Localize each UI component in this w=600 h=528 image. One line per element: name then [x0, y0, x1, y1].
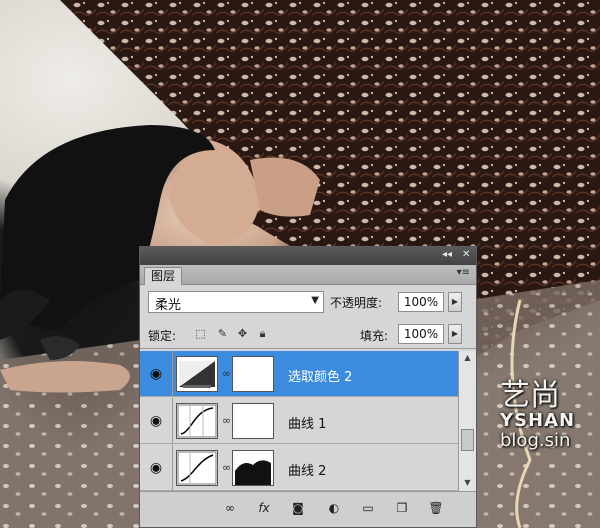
watermark-chinese: 艺尚	[500, 378, 560, 413]
eye-divider	[172, 398, 173, 444]
eye-icon[interactable]: ◉	[143, 458, 169, 478]
eye-icon[interactable]: ◉	[143, 364, 169, 384]
layer-mask-thumbnail[interactable]	[232, 356, 274, 392]
fill-input[interactable]: 100%	[398, 324, 444, 344]
opacity-label: 不透明度:	[330, 296, 383, 310]
layer-row[interactable]: ◉ ∞ 曲线 1	[140, 398, 458, 444]
blend-mode-value: 柔光	[155, 298, 182, 313]
scroll-up-icon[interactable]: ▲	[461, 353, 474, 362]
layers-scrollbar[interactable]: ▲ ▼	[458, 351, 476, 491]
layer-name[interactable]: 曲线 2	[288, 460, 326, 479]
collapse-icon[interactable]: ◂◂	[442, 249, 452, 261]
link-layers-icon[interactable]: ∞	[222, 500, 238, 516]
fill-stepper[interactable]: ▶	[448, 324, 462, 344]
fx-icon[interactable]: fx	[256, 500, 272, 516]
lock-transparent-icon[interactable]: ⬚	[194, 327, 207, 340]
blend-mode-select[interactable]: 柔光 ▼	[148, 291, 324, 313]
lock-label: 锁定:	[148, 329, 177, 343]
layer-mask-thumbnail[interactable]	[232, 403, 274, 439]
chain-link-icon[interactable]: ∞	[222, 414, 231, 427]
add-mask-icon[interactable]: ◙	[290, 500, 306, 516]
lock-row: 锁定: ⬚ ✎ ✥ 🔒︎ 填充: 100% ▶	[140, 319, 476, 349]
fill-label: 填充:	[360, 329, 389, 343]
curves-thumbnail	[176, 450, 218, 486]
panel-menu-icon[interactable]: ▾≡	[457, 267, 470, 278]
opacity-stepper[interactable]: ▶	[448, 292, 462, 312]
layer-name[interactable]: 曲线 1	[288, 413, 326, 432]
new-layer-icon[interactable]: ❐	[394, 500, 410, 516]
layer-name[interactable]: 选取颜色 2	[288, 366, 352, 385]
tab-layers[interactable]: 图层	[144, 267, 182, 285]
eye-divider	[172, 445, 173, 491]
chevron-down-icon: ▼	[311, 295, 319, 306]
close-icon[interactable]: ✕	[462, 249, 470, 261]
watermark-brand: YSHAN	[500, 410, 576, 431]
panel-bottom-toolbar: ∞ fx ◙ ◐ ▭ ❐ 🗑︎	[140, 491, 476, 527]
lock-all-icon[interactable]: 🔒︎	[256, 327, 269, 340]
lock-move-icon[interactable]: ✥	[236, 327, 249, 340]
eye-icon[interactable]: ◉	[143, 411, 169, 431]
layers-list: ◉ ∞ 选取颜色 2 ◉ ∞ 曲线 1 ◉ ∞ 曲线 2	[140, 351, 458, 491]
layer-row[interactable]: ◉ ∞ 曲线 2	[140, 445, 458, 491]
layers-panel: ◂◂ ✕ 图层 ▾≡ 柔光 ▼ 不透明度: 100% ▶ 锁定: ⬚ ✎ ✥ 🔒…	[139, 246, 477, 528]
layer-mask-thumbnail[interactable]	[232, 450, 274, 486]
eye-divider	[172, 351, 173, 397]
trash-icon[interactable]: 🗑︎	[428, 500, 444, 516]
curves-thumbnail	[176, 403, 218, 439]
scroll-down-icon[interactable]: ▼	[461, 478, 474, 487]
panel-tab-row: 图层 ▾≡	[140, 265, 476, 285]
watermark-url: blog.sin	[500, 430, 571, 451]
lock-brush-icon[interactable]: ✎	[216, 327, 229, 340]
new-group-icon[interactable]: ▭	[360, 500, 376, 516]
watermark: 艺尚 YSHAN blog.sin	[500, 370, 600, 480]
adjustment-layer-icon[interactable]: ◐	[326, 500, 342, 516]
chain-link-icon[interactable]: ∞	[222, 367, 231, 380]
selective-color-thumbnail	[176, 356, 218, 392]
layer-row[interactable]: ◉ ∞ 选取颜色 2	[140, 351, 458, 397]
panel-titlebar[interactable]: ◂◂ ✕	[140, 247, 476, 265]
scrollbar-thumb[interactable]	[461, 429, 474, 451]
chain-link-icon[interactable]: ∞	[222, 461, 231, 474]
blend-row: 柔光 ▼ 不透明度: 100% ▶	[140, 287, 476, 317]
opacity-input[interactable]: 100%	[398, 292, 444, 312]
